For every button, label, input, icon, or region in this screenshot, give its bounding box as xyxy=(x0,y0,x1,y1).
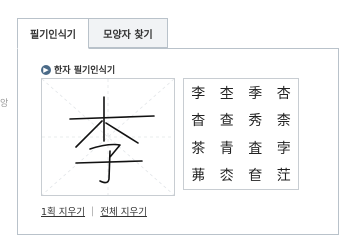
clear-all-button[interactable]: 전체 지우기 xyxy=(100,204,147,218)
tab-handwriting-label: 필기인식기 xyxy=(30,30,76,41)
candidate-char[interactable]: 茶 xyxy=(184,134,213,162)
handwriting-recognizer-widget: 필기인식기 모양자 찾기 앙 ▶ 한자 필기인식기 1획 지우기 | 전체 지우… xyxy=(0,0,340,243)
candidate-grid: 李 杢 季 杏 杳 查 秀 柰 茶 青 査 孛 茀 枩 奆 茳 xyxy=(183,78,299,190)
candidate-char[interactable]: 杢 xyxy=(213,79,242,107)
arrow-bullet-icon: ▶ xyxy=(41,64,51,75)
canvas-actions: 1획 지우기 | 전체 지우기 xyxy=(41,204,147,219)
candidate-char[interactable]: 茳 xyxy=(270,162,299,190)
candidate-char[interactable]: 孛 xyxy=(270,134,299,162)
handwriting-canvas[interactable] xyxy=(41,78,175,196)
candidate-char[interactable]: 柰 xyxy=(270,107,299,135)
candidate-char[interactable]: 査 xyxy=(241,134,270,162)
candidate-char[interactable]: 奆 xyxy=(241,162,270,190)
candidate-char[interactable]: 茀 xyxy=(184,162,213,190)
candidate-char[interactable]: 季 xyxy=(241,79,270,107)
candidate-char[interactable]: 查 xyxy=(213,107,242,135)
candidate-char[interactable]: 杳 xyxy=(184,107,213,135)
separator: | xyxy=(91,205,95,217)
section-title: ▶ 한자 필기인식기 xyxy=(41,63,115,76)
candidate-char[interactable]: 李 xyxy=(184,79,213,107)
undo-stroke-button[interactable]: 1획 지우기 xyxy=(41,204,85,218)
candidate-char[interactable]: 杏 xyxy=(270,79,299,107)
drawing-surface xyxy=(41,78,175,196)
candidate-char[interactable]: 青 xyxy=(213,134,242,162)
tab-handwriting[interactable]: 필기인식기 xyxy=(17,18,89,49)
tab-shape-search-label: 모양자 찾기 xyxy=(103,29,153,41)
section-title-label: 한자 필기인식기 xyxy=(54,66,116,76)
side-text: 앙 xyxy=(0,99,9,109)
tab-shape-search[interactable]: 모양자 찾기 xyxy=(89,18,168,48)
candidate-char[interactable]: 枩 xyxy=(213,162,242,190)
handwritten-strokes xyxy=(69,96,155,184)
candidate-char[interactable]: 秀 xyxy=(241,107,270,135)
